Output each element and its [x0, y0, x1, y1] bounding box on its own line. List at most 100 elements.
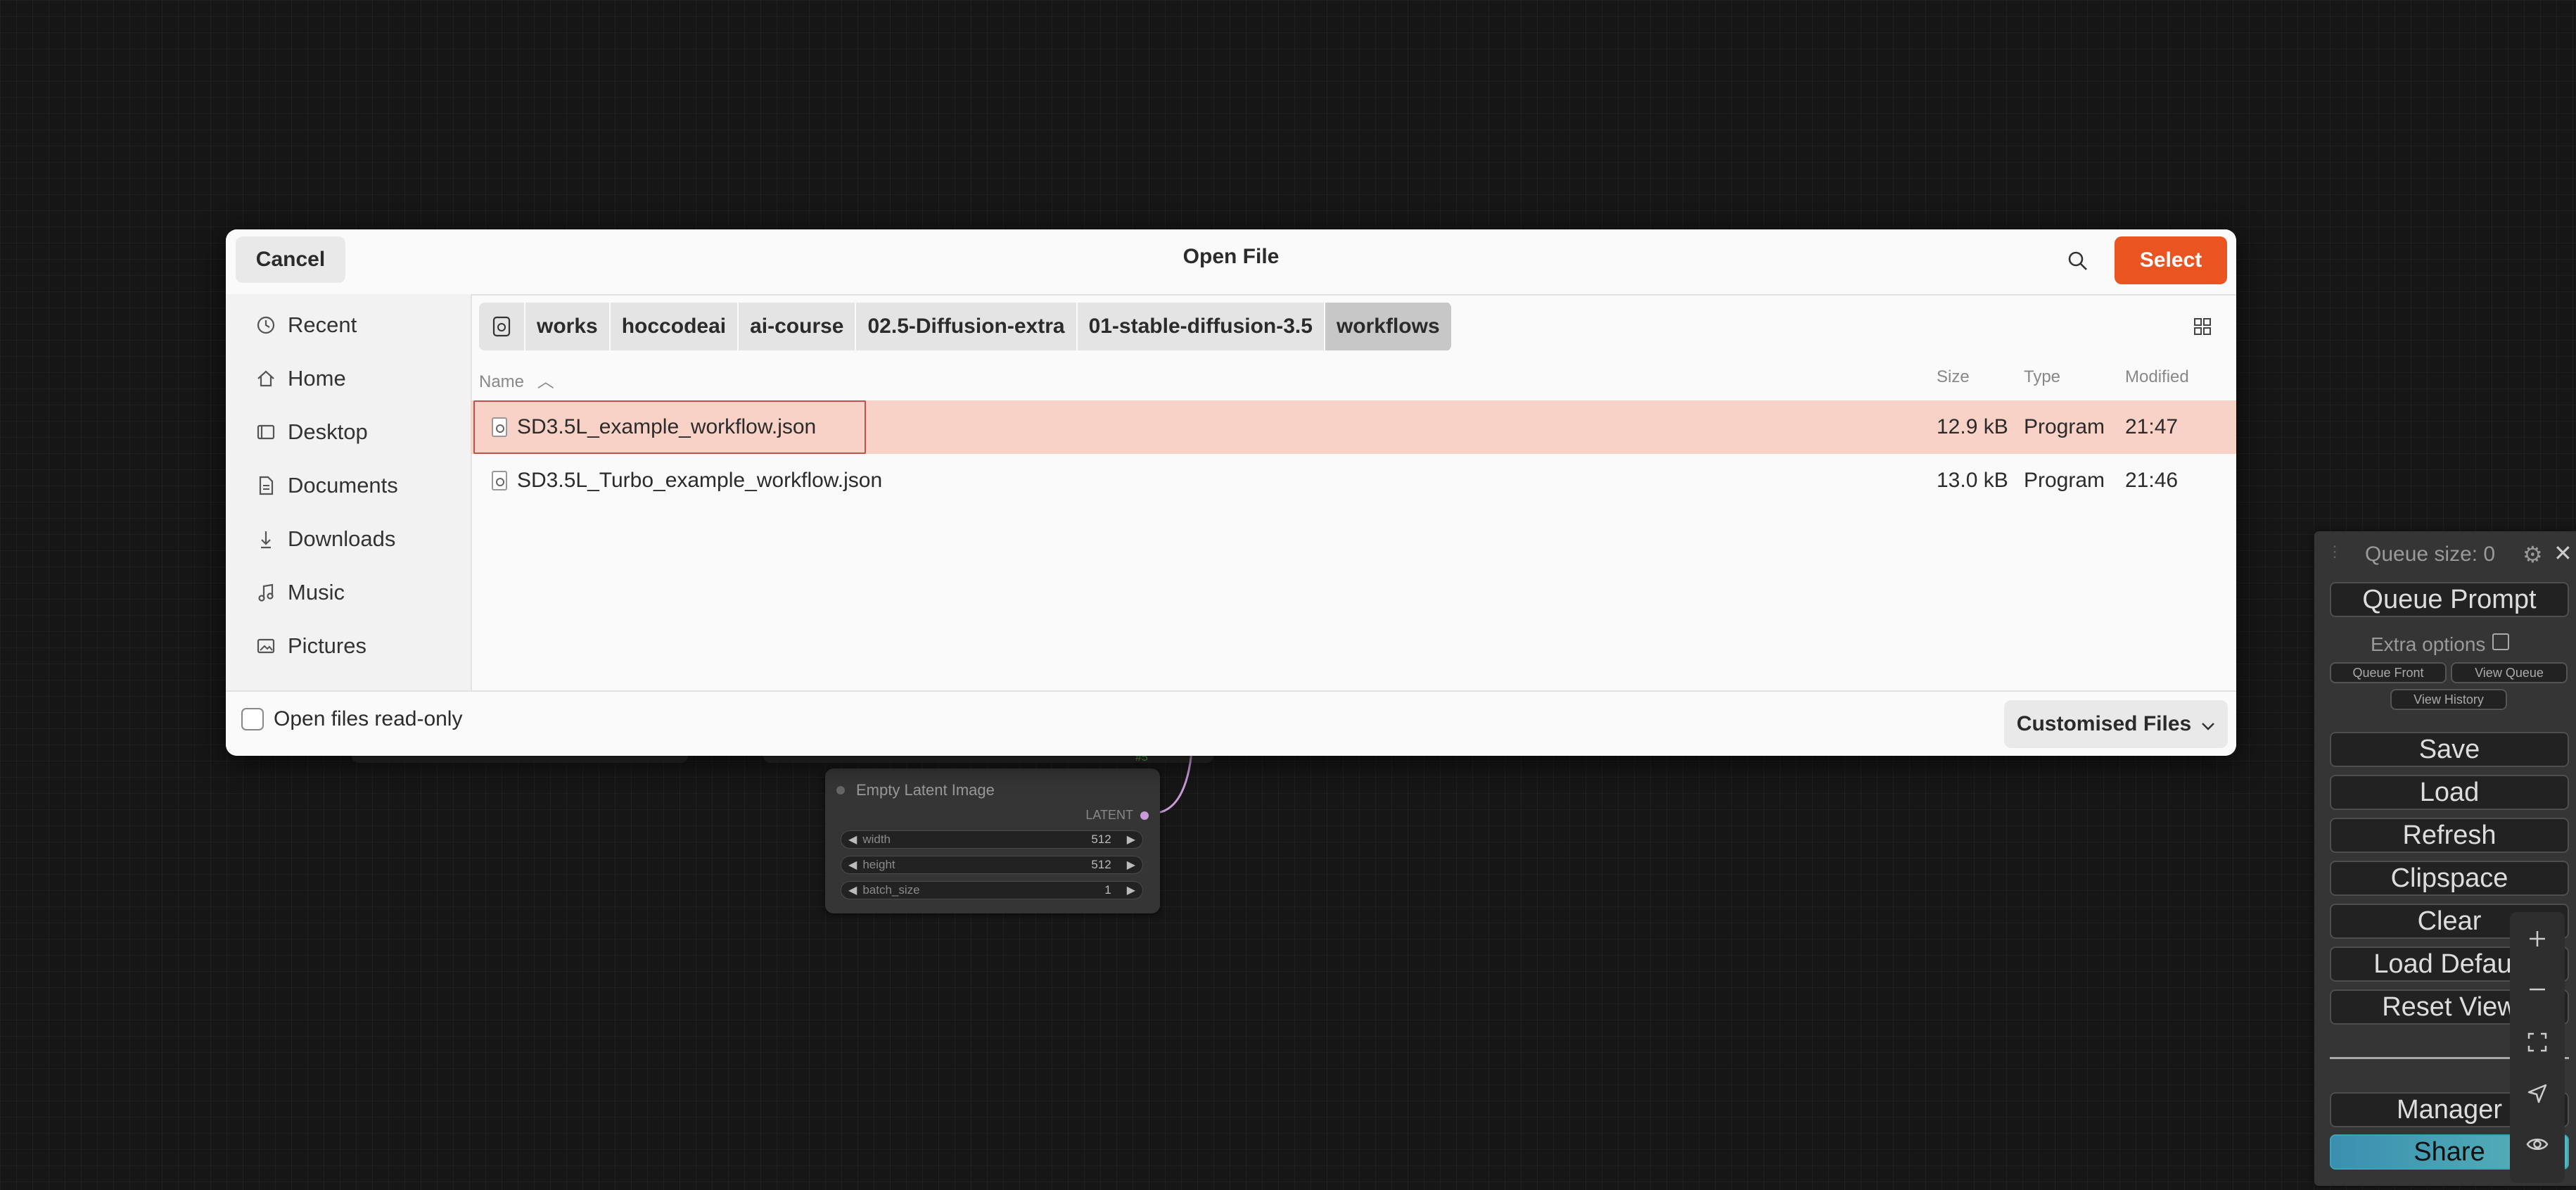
- extra-options-checkbox[interactable]: [2492, 633, 2510, 650]
- decrement-arrow-icon[interactable]: ◀: [848, 858, 857, 872]
- node-title-text: Empty Latent Image: [856, 781, 995, 799]
- node-title: Empty Latent Image: [836, 777, 995, 804]
- widget-label: width: [862, 833, 891, 846]
- desktop-icon: [254, 420, 278, 444]
- decrement-arrow-icon[interactable]: ◀: [848, 833, 857, 847]
- file-filter-dropdown[interactable]: Customised Files: [2004, 700, 2228, 748]
- widget-value: 1: [1104, 883, 1111, 897]
- sidebar-item-pictures[interactable]: Pictures: [254, 625, 366, 667]
- canvas-controls: [2510, 912, 2565, 1183]
- empty-latent-image-node[interactable]: Empty Latent Image LATENT ◀ width 512 ▶ …: [825, 768, 1160, 913]
- sidebar-item-label: Pictures: [288, 633, 366, 658]
- fit-view-icon[interactable]: [2510, 1021, 2565, 1063]
- file-row[interactable]: SD3.5L_example_workflow.json 12.9 kB Pro…: [471, 400, 2236, 454]
- breadcrumb-item[interactable]: 02.5-Diffusion-extra: [856, 303, 1078, 350]
- gear-icon[interactable]: ⚙: [2523, 541, 2543, 568]
- close-icon[interactable]: ✕: [2553, 540, 2572, 566]
- load-button[interactable]: Load: [2330, 775, 2569, 810]
- breadcrumb-item[interactable]: works: [525, 303, 611, 350]
- widget-label: batch_size: [862, 883, 920, 897]
- breadcrumb-root[interactable]: [479, 303, 525, 350]
- clock-icon: [254, 313, 278, 337]
- download-icon: [254, 527, 278, 551]
- filter-label: Customised Files: [2016, 712, 2192, 735]
- queue-size: Queue size: 0: [2365, 543, 2496, 566]
- increment-arrow-icon[interactable]: ▶: [1127, 883, 1135, 897]
- view-queue-button[interactable]: View Queue: [2451, 662, 2568, 683]
- view-history-button[interactable]: View History: [2390, 689, 2507, 710]
- eye-icon[interactable]: [2510, 1123, 2565, 1165]
- save-button[interactable]: Save: [2330, 732, 2569, 767]
- sidebar-item-documents[interactable]: Documents: [254, 464, 398, 507]
- places-sidebar: Recent Home Desktop Documents Downloads …: [226, 294, 472, 690]
- refresh-button[interactable]: Refresh: [2330, 818, 2569, 853]
- queue-prompt-button[interactable]: Queue Prompt: [2330, 582, 2569, 617]
- sidebar-item-label: Documents: [288, 473, 398, 498]
- locate-icon[interactable]: [2510, 1072, 2565, 1115]
- pictures-icon: [254, 634, 278, 658]
- file-name: SD3.5L_Turbo_example_workflow.json: [492, 454, 882, 507]
- file-name: SD3.5L_example_workflow.json: [492, 400, 816, 454]
- sidebar-item-downloads[interactable]: Downloads: [254, 518, 395, 560]
- widget-value: 512: [1091, 858, 1111, 871]
- sidebar-item-label: Recent: [288, 312, 357, 337]
- file-size: 12.9 kB: [1937, 415, 2008, 438]
- sidebar-item-label: Downloads: [288, 526, 396, 551]
- breadcrumb-item[interactable]: hoccodeai: [610, 303, 739, 350]
- document-icon: [254, 474, 278, 498]
- file-modified: 21:46: [2125, 469, 2179, 492]
- width-widget[interactable]: ◀ width 512 ▶: [841, 830, 1143, 849]
- sort-up-icon: ︿: [537, 372, 554, 391]
- open-file-dialog: Cancel Open File Select Recent Home Desk…: [226, 229, 2236, 756]
- column-header-type[interactable]: Type: [2024, 367, 2060, 387]
- read-only-toggle[interactable]: Open files read-only: [241, 707, 462, 731]
- decrement-arrow-icon[interactable]: ◀: [848, 883, 857, 897]
- node-collapse-dot[interactable]: [836, 786, 845, 795]
- breadcrumb-current[interactable]: workflows: [1325, 303, 1453, 350]
- file-name-text: SD3.5L_Turbo_example_workflow.json: [517, 469, 883, 492]
- queue-front-button[interactable]: Queue Front: [2330, 662, 2447, 683]
- select-button[interactable]: Select: [2115, 236, 2227, 284]
- zoom-in-icon[interactable]: [2510, 918, 2565, 960]
- read-only-checkbox[interactable]: [241, 708, 264, 730]
- music-icon: [254, 581, 278, 605]
- file-row[interactable]: SD3.5L_Turbo_example_workflow.json 13.0 …: [471, 454, 2236, 507]
- file-modified: 21:47: [2125, 415, 2179, 438]
- sidebar-item-recent[interactable]: Recent: [254, 304, 357, 346]
- sidebar-item-label: Desktop: [288, 419, 368, 444]
- widget-value: 512: [1091, 833, 1111, 846]
- menu-header: ⋮ Queue size: 0 ⚙ ✕: [2314, 538, 2576, 568]
- zoom-out-icon[interactable]: [2510, 968, 2565, 1011]
- file-type: Program: [2024, 415, 2105, 438]
- file-icon: [492, 417, 507, 437]
- breadcrumb-item[interactable]: ai-course: [739, 303, 857, 350]
- output-pin[interactable]: [1140, 811, 1149, 820]
- clipspace-button[interactable]: Clipspace: [2330, 861, 2569, 896]
- breadcrumb-item[interactable]: 01-stable-diffusion-3.5: [1077, 303, 1325, 350]
- column-header-modified[interactable]: Modified: [2125, 367, 2189, 387]
- grid-view-icon[interactable]: [2188, 312, 2217, 341]
- sidebar-item-music[interactable]: Music: [254, 571, 345, 614]
- increment-arrow-icon[interactable]: ▶: [1127, 858, 1135, 872]
- home-icon: [254, 367, 278, 391]
- column-header-name[interactable]: Name ︿: [479, 367, 554, 392]
- dialog-footer: Open files read-only Customised Files: [226, 690, 2236, 756]
- latent-output[interactable]: LATENT: [1085, 808, 1149, 823]
- sidebar-item-home[interactable]: Home: [254, 357, 346, 400]
- drag-handle-icon[interactable]: ⋮: [2327, 543, 2342, 561]
- dialog-header: Cancel Open File Select: [226, 229, 2236, 296]
- increment-arrow-icon[interactable]: ▶: [1127, 833, 1135, 847]
- output-label: LATENT: [1085, 808, 1133, 822]
- batch-size-widget[interactable]: ◀ batch_size 1 ▶: [841, 881, 1143, 899]
- file-size: 13.0 kB: [1937, 469, 2008, 492]
- read-only-label: Open files read-only: [274, 707, 463, 730]
- sidebar-item-label: Home: [288, 366, 346, 391]
- sidebar-item-desktop[interactable]: Desktop: [254, 411, 368, 453]
- sidebar-item-label: Music: [288, 580, 345, 605]
- column-header-size[interactable]: Size: [1937, 367, 1970, 387]
- height-widget[interactable]: ◀ height 512 ▶: [841, 856, 1143, 874]
- extra-options[interactable]: Extra options: [2371, 633, 2510, 656]
- drive-icon: [492, 316, 511, 337]
- search-icon[interactable]: [2060, 243, 2096, 279]
- widget-label: height: [862, 858, 895, 871]
